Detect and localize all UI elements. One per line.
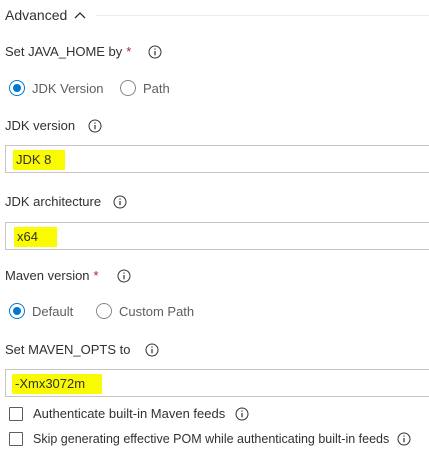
advanced-section-title: Advanced [5, 7, 68, 23]
info-icon[interactable] [145, 343, 159, 357]
java-home-label: Set JAVA_HOME by [5, 44, 123, 59]
java-home-label-row: Set JAVA_HOME by * [5, 44, 162, 59]
java-home-option-path[interactable]: Path [120, 80, 170, 96]
radio-label: JDK Version [32, 80, 104, 96]
maven-version-option-default[interactable]: Default [9, 303, 73, 319]
info-icon[interactable] [148, 45, 162, 59]
authenticate-maven-feeds-checkbox[interactable] [9, 406, 23, 421]
info-icon[interactable] [117, 269, 131, 283]
advanced-section-toggle[interactable]: Advanced [5, 7, 87, 23]
maven-version-label-row: Maven version * [5, 268, 131, 283]
jdk-version-select[interactable]: JDK 8 [5, 145, 429, 173]
info-icon[interactable] [397, 432, 411, 446]
java-home-option-jdk-version[interactable]: JDK Version [9, 80, 104, 96]
jdk-architecture-value: x64 [14, 227, 57, 247]
maven-opts-input[interactable]: -Xmx3072m [5, 369, 429, 397]
jdk-architecture-label: JDK architecture [5, 194, 102, 209]
advanced-settings-panel: Advanced Set JAVA_HOME by * JDK Version … [0, 0, 429, 460]
radio-button[interactable] [120, 80, 136, 96]
skip-effective-pom-label: Skip generating effective POM while auth… [33, 432, 390, 446]
maven-version-label: Maven version [5, 268, 90, 283]
skip-effective-pom-checkbox[interactable] [9, 432, 23, 446]
radio-button-selected[interactable] [9, 303, 25, 319]
info-icon[interactable] [235, 407, 249, 421]
jdk-version-label: JDK version [5, 118, 76, 133]
authenticate-maven-feeds-checkbox-row[interactable]: Authenticate built-in Maven feeds [9, 406, 249, 421]
maven-opts-label: Set MAVEN_OPTS to [5, 342, 131, 357]
authenticate-maven-feeds-label: Authenticate built-in Maven feeds [33, 406, 226, 421]
info-icon[interactable] [88, 119, 102, 133]
radio-label: Default [32, 303, 74, 319]
radio-button[interactable] [96, 303, 112, 319]
info-icon[interactable] [113, 195, 127, 209]
chevron-up-icon [73, 9, 87, 21]
radio-label: Custom Path [119, 303, 195, 319]
jdk-version-value: JDK 8 [13, 150, 65, 170]
radio-button-selected[interactable] [9, 80, 25, 96]
maven-opts-label-row: Set MAVEN_OPTS to [5, 342, 159, 357]
maven-opts-value: -Xmx3072m [12, 374, 102, 394]
required-mark: * [93, 268, 99, 283]
jdk-version-label-row: JDK version [5, 118, 102, 133]
required-mark: * [126, 44, 132, 59]
skip-effective-pom-checkbox-row[interactable]: Skip generating effective POM while auth… [9, 432, 411, 446]
section-divider [96, 15, 429, 16]
maven-version-option-custom-path[interactable]: Custom Path [96, 303, 194, 319]
radio-label: Path [143, 80, 170, 96]
jdk-architecture-select[interactable]: x64 [5, 222, 429, 250]
jdk-architecture-label-row: JDK architecture [5, 194, 127, 209]
